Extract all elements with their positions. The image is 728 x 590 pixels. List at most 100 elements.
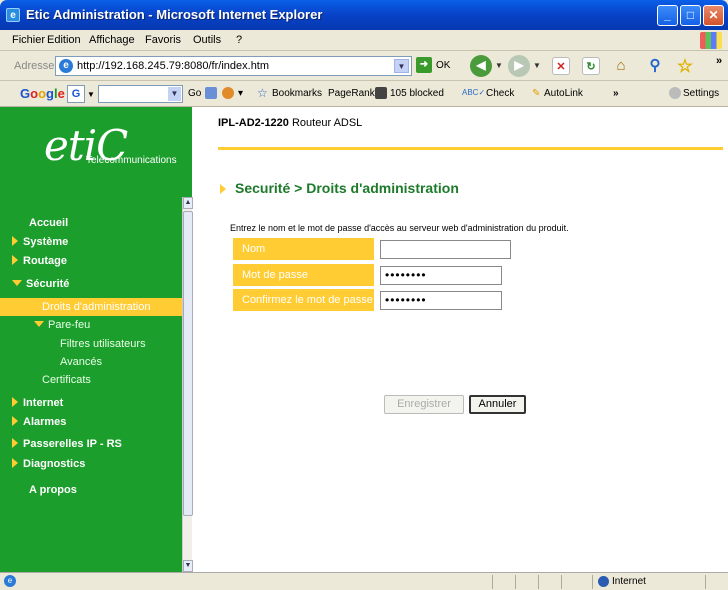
sidebar-item-droits-d-administration[interactable]: Droits d'administration	[0, 298, 182, 316]
sidebar-item-label: Alarmes	[23, 416, 67, 428]
address-dropdown-icon[interactable]: ▼	[394, 59, 409, 73]
title-bar: e Etic Administration - Microsoft Intern…	[0, 0, 728, 30]
menu-affichage[interactable]: Affichage	[89, 34, 135, 46]
back-dropdown-icon[interactable]: ▼	[495, 61, 503, 70]
expand-arrow-icon	[12, 255, 18, 265]
security-zone: Internet	[612, 576, 646, 587]
ie-app-icon: e	[6, 8, 20, 22]
sidebar-item-label: Avancés	[60, 356, 102, 368]
sidebar-nav: Accueil Système Routage Sécurité Droits d'ad…	[0, 197, 182, 572]
google-options-icon[interactable]	[205, 87, 217, 99]
status-cell	[705, 575, 706, 589]
news-dropdown-icon[interactable]: ▾	[238, 88, 243, 99]
go-button[interactable]: OK	[436, 60, 450, 71]
minimize-button[interactable]: _	[657, 5, 678, 26]
sidebar-item-label: Sécurité	[26, 278, 70, 290]
password-input[interactable]: ••••••••	[380, 266, 502, 285]
sidebar-item-certificats[interactable]: Certificats	[0, 371, 182, 389]
back-button[interactable]: ◀	[470, 55, 492, 77]
sidebar-scrollbar[interactable]: ▲ ▼	[182, 197, 193, 572]
address-label: Adresse	[14, 60, 55, 72]
status-cell	[561, 575, 562, 589]
favorites-star-icon[interactable]: ☆	[676, 57, 694, 75]
sidebar-item-label: Filtres utilisateurs	[60, 338, 146, 350]
sidebar-item-label: Passerelles IP - RS	[23, 438, 122, 450]
sidebar-item-routage[interactable]: Routage	[0, 252, 182, 270]
breadcrumb: Securité > Droits d'administration	[235, 180, 459, 196]
collapse-arrow-icon	[12, 280, 22, 286]
sidebar-item-filtres-utilisateurs[interactable]: Filtres utilisateurs	[0, 335, 182, 353]
google-toolbar-overflow-icon[interactable]: »	[613, 88, 619, 99]
page-content: etiC Telecommunications Accueil Système Ro…	[0, 107, 728, 572]
google-logo[interactable]: Google	[20, 86, 65, 101]
device-model: IPL-AD2-1220 Routeur ADSL	[218, 117, 362, 129]
nom-label: Nom	[233, 238, 374, 260]
refresh-icon[interactable]: ↻	[582, 57, 600, 75]
pagerank-button[interactable]: PageRank	[328, 88, 375, 99]
page-icon: e	[59, 59, 73, 73]
nom-input[interactable]	[380, 240, 511, 259]
sidebar-header: etiC Telecommunications	[0, 107, 192, 197]
menu-help[interactable]: ?	[236, 34, 242, 46]
sidebar-item-accueil[interactable]: Accueil	[0, 214, 182, 232]
sidebar-item-securite[interactable]: Sécurité	[0, 275, 182, 293]
confirm-password-label: Confirmez le mot de passe	[233, 289, 374, 311]
go-arrow-icon[interactable]: ➜	[416, 57, 432, 73]
expand-arrow-icon	[12, 458, 18, 468]
save-button[interactable]: Enregistrer	[384, 395, 464, 414]
main-panel: IPL-AD2-1220 Routeur ADSL Securité > Dro…	[192, 107, 728, 572]
google-toolbar: Google G ▼ ▼ Go ▾ ☆ Bookmarks PageRank 1…	[0, 81, 728, 107]
sidebar-item-avances[interactable]: Avancés	[0, 353, 182, 371]
forward-button[interactable]: ▶	[508, 55, 530, 77]
cancel-button[interactable]: Annuler	[469, 395, 526, 414]
google-menu-caret-icon[interactable]: ▼	[87, 90, 95, 99]
sidebar-item-pare-feu[interactable]: Pare-feu	[0, 316, 182, 334]
model-description: Routeur ADSL	[291, 117, 363, 129]
model-number: IPL-AD2-1220	[218, 117, 289, 129]
menu-fichier[interactable]: Fichier	[12, 34, 45, 46]
address-input[interactable]: e http://192.168.245.79:8080/fr/index.ht…	[55, 56, 412, 76]
status-cell	[515, 575, 516, 589]
home-icon[interactable]: ⌂	[612, 57, 630, 75]
settings-button[interactable]: Settings	[683, 88, 719, 99]
bookmarks-button[interactable]: Bookmarks	[272, 88, 322, 99]
google-menu-icon[interactable]: G	[67, 85, 85, 103]
forward-dropdown-icon[interactable]: ▼	[533, 61, 541, 70]
popup-blocked-count[interactable]: 105 blocked	[390, 88, 444, 99]
sidebar-item-systeme[interactable]: Système	[0, 233, 182, 251]
menu-favoris[interactable]: Favoris	[145, 34, 181, 46]
sidebar-item-internet[interactable]: Internet	[0, 394, 182, 412]
google-search-dropdown-icon[interactable]: ▼	[168, 87, 181, 101]
google-news-icon[interactable]	[222, 87, 234, 99]
status-cell	[492, 575, 493, 589]
sidebar-item-diagnostics[interactable]: Diagnostics	[0, 455, 182, 473]
toolbar-overflow-icon[interactable]: »	[716, 55, 722, 67]
sidebar-item-passerelles-ip-rs[interactable]: Passerelles IP - RS	[0, 435, 182, 453]
search-icon[interactable]: ⚲	[646, 57, 664, 75]
expand-arrow-icon	[12, 416, 18, 426]
status-cell	[592, 575, 593, 589]
bookmarks-star-icon: ☆	[257, 86, 268, 100]
autolink-button[interactable]: AutoLink	[544, 88, 583, 99]
check-button[interactable]: Check	[486, 88, 514, 99]
password-label: Mot de passe	[233, 264, 374, 286]
autolink-icon: ✎	[532, 88, 541, 99]
sidebar-item-alarmes[interactable]: Alarmes	[0, 413, 182, 431]
sidebar-item-label: Certificats	[42, 374, 91, 386]
logo-subtitle: Telecommunications	[86, 155, 177, 166]
sidebar-item-label: Pare-feu	[48, 319, 91, 331]
google-go-button[interactable]: Go	[188, 88, 201, 99]
settings-icon	[669, 87, 681, 99]
confirm-password-input[interactable]: ••••••••	[380, 291, 502, 310]
sidebar-item-label: Routage	[23, 255, 67, 267]
google-search-input[interactable]: ▼	[98, 85, 183, 103]
stop-icon[interactable]: ✕	[552, 57, 570, 75]
sidebar-item-a-propos[interactable]: A propos	[0, 481, 182, 499]
status-cell	[538, 575, 539, 589]
address-url[interactable]: http://192.168.245.79:8080/fr/index.htm	[77, 60, 269, 72]
menu-edition[interactable]: Edition	[47, 34, 81, 46]
close-button[interactable]: ✕	[703, 5, 724, 26]
menu-outils[interactable]: Outils	[193, 34, 221, 46]
maximize-button[interactable]: □	[680, 5, 701, 26]
address-bar: Adresse e http://192.168.245.79:8080/fr/…	[0, 51, 728, 81]
